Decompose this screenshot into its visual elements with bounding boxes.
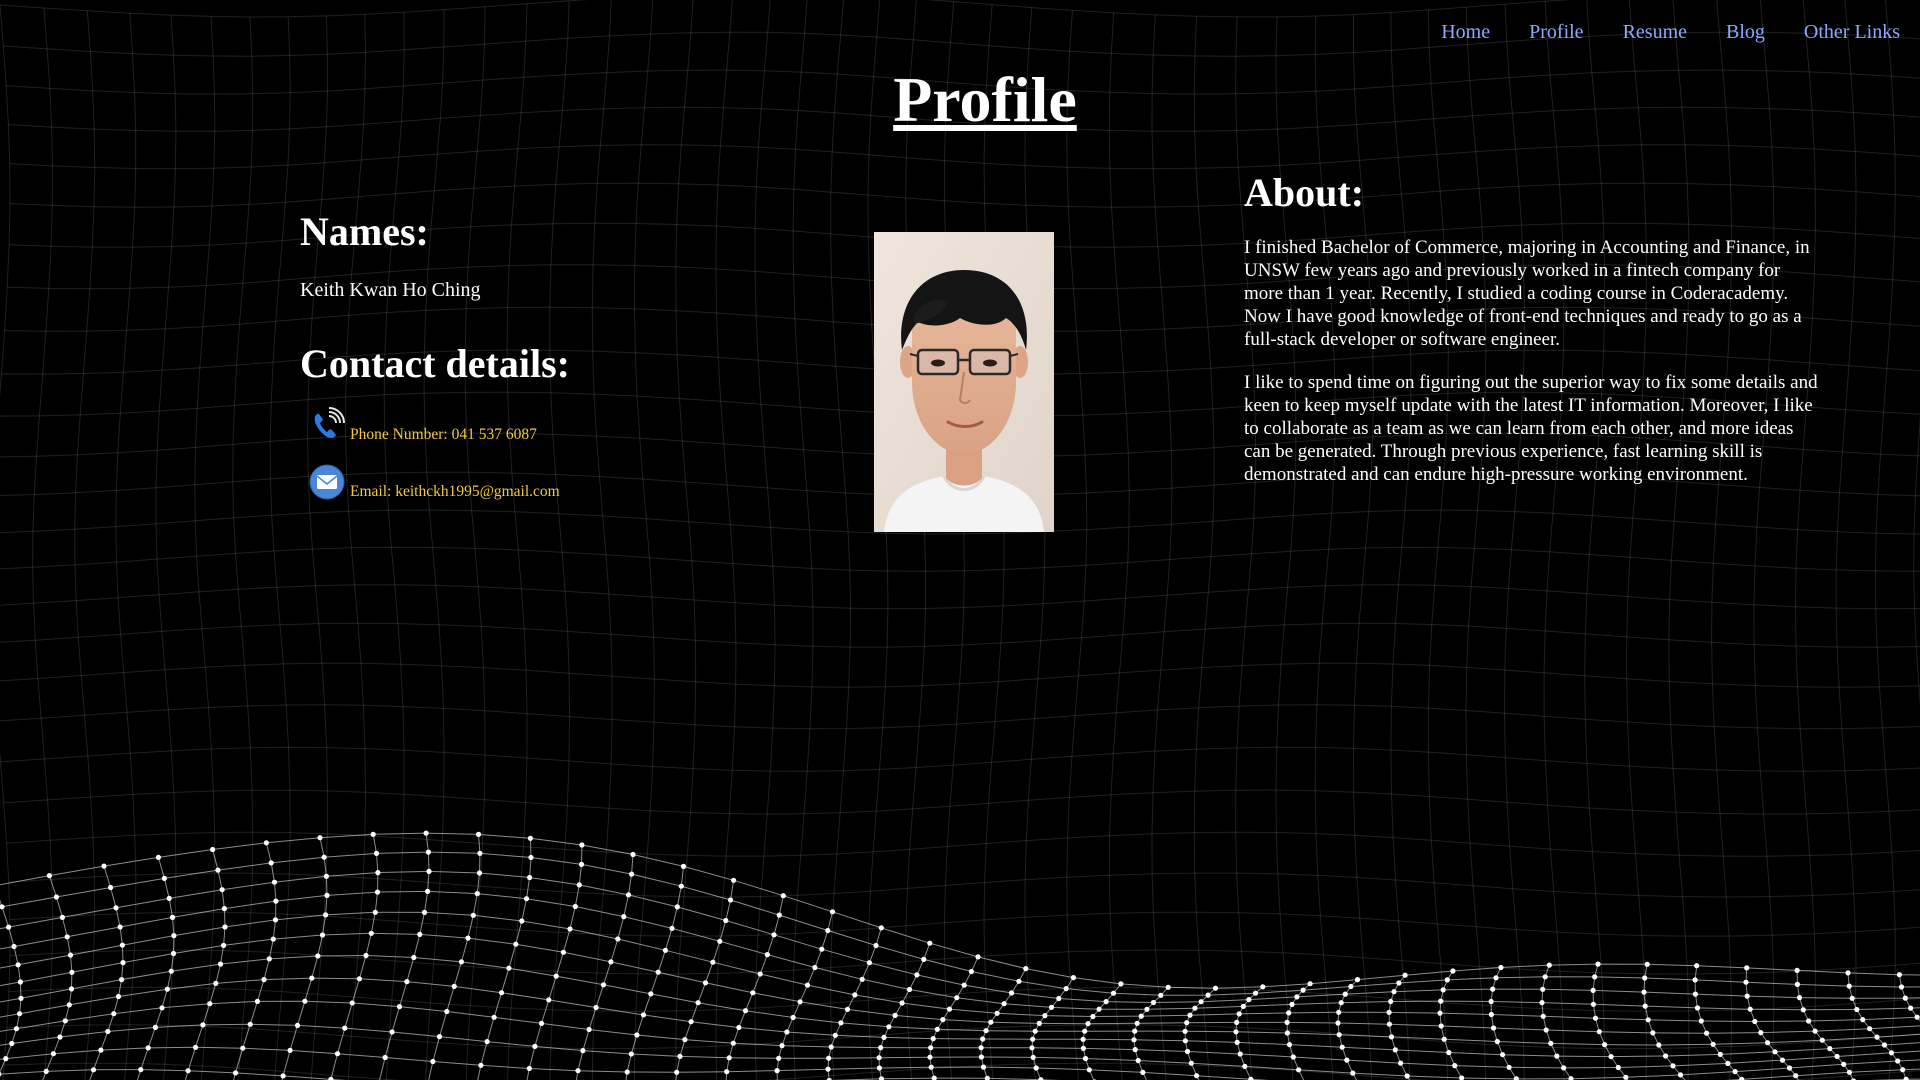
page-title: Profile — [893, 64, 1077, 135]
phone-number[interactable]: Phone Number: 041 537 6087 — [350, 426, 537, 444]
nav-profile-link[interactable]: Profile — [1529, 20, 1583, 44]
email-row: Email: keithckh1995@gmail.com — [308, 463, 720, 501]
top-nav: Home Profile Resume Blog Other Links — [1441, 20, 1900, 44]
nav-home-link[interactable]: Home — [1441, 20, 1490, 44]
profile-photo — [874, 232, 1054, 532]
names-contact-section: Names: Keith Kwan Ho Ching Contact detai… — [300, 208, 720, 501]
about-paragraph: I finished Bachelor of Commerce, majorin… — [1244, 237, 1810, 350]
phone-icon — [308, 406, 346, 444]
envelope-icon — [308, 463, 346, 501]
nav-resume-link[interactable]: Resume — [1623, 20, 1687, 44]
full-name: Keith Kwan Ho Ching — [300, 279, 481, 301]
about-heading: About: — [1244, 170, 1365, 215]
about-section: About: I finished Bachelor of Commerce, … — [1244, 169, 1824, 486]
phone-row: Phone Number: 041 537 6087 — [308, 406, 720, 444]
contact-heading: Contact details: — [300, 341, 570, 386]
email-address[interactable]: Email: keithckh1995@gmail.com — [350, 483, 560, 501]
about-paragraph: I like to spend time on figuring out the… — [1244, 372, 1818, 485]
wave-mesh-background — [0, 0, 1920, 1080]
nav-other-links-link[interactable]: Other Links — [1804, 20, 1900, 44]
nav-blog-link[interactable]: Blog — [1726, 20, 1765, 44]
names-heading: Names: — [300, 209, 429, 254]
